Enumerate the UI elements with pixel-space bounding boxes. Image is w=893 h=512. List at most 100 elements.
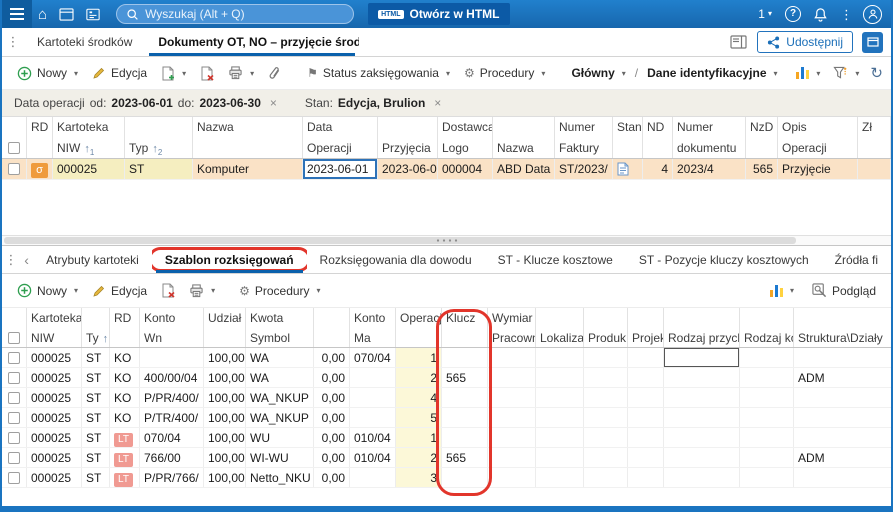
notification-count[interactable]: 1 ▾ — [758, 7, 772, 21]
column-header-rodzaj_ko[interactable]: Rodzaj ko — [740, 328, 794, 347]
cell-kwota_sym[interactable]: WU — [246, 428, 314, 447]
cell-produk[interactable] — [584, 428, 628, 447]
hamburger-menu-icon[interactable] — [2, 0, 32, 28]
cell-dost_nazwa[interactable]: ABD Data — [493, 159, 555, 179]
cell-typ[interactable]: ST — [82, 468, 110, 487]
cell-lokalizac[interactable] — [536, 368, 584, 387]
column-header-przyjecia[interactable]: Przyjęcia — [378, 138, 438, 158]
preview-button[interactable]: Podgląd — [805, 278, 883, 304]
table-row[interactable]: 000025 ST KO 400/00/04 100,00 WA 0,00 2 565 ADM — [2, 368, 891, 388]
view-settings-button[interactable]: ▾ — [831, 60, 861, 86]
cell-logo[interactable]: 000004 — [438, 159, 493, 179]
row-checkbox[interactable] — [8, 411, 20, 424]
row-checkbox[interactable] — [8, 371, 20, 384]
edit-button[interactable]: Edycja — [85, 278, 154, 304]
column-header-rd[interactable]: RD — [110, 308, 140, 328]
cell-klucz[interactable] — [442, 408, 488, 427]
column-header-konto_ma[interactable]: Ma — [350, 328, 396, 347]
column-header-nzd[interactable]: NzD — [746, 117, 778, 138]
column-header-typ[interactable] — [82, 308, 110, 328]
column-header-konto_wn[interactable]: Konto — [140, 308, 204, 328]
bell-icon[interactable] — [813, 7, 828, 22]
select-all-checkbox[interactable] — [8, 142, 20, 154]
cell-rodzaj_ko[interactable] — [740, 388, 794, 407]
row-checkbox[interactable] — [8, 391, 20, 404]
column-header-typ[interactable] — [125, 117, 193, 138]
procedures-button[interactable]: ⚙ Procedury ▾ — [232, 278, 327, 304]
column-header-udzial[interactable]: Udział — [204, 308, 246, 328]
column-header-data_op[interactable]: Operacji — [303, 138, 378, 158]
cell-rodzaj_ko[interactable] — [740, 468, 794, 487]
cell-udzial[interactable]: 100,00 — [204, 448, 246, 467]
column-header-operacja[interactable]: Operacja — [396, 308, 442, 328]
cell-kwota_sym[interactable]: WA_NKUP — [246, 388, 314, 407]
cell-rodzaj_przych[interactable] — [664, 448, 740, 467]
cell-operacja[interactable]: 1 — [396, 348, 442, 367]
select-all-checkbox[interactable] — [8, 331, 20, 344]
cell-rodzaj_przych[interactable] — [664, 428, 740, 447]
cell-kwota_sym[interactable]: WA_NKUP — [246, 408, 314, 427]
column-header-niw[interactable]: NIW — [27, 328, 82, 347]
view-selector-secondary[interactable]: Dane identyfikacyjne ▾ — [640, 60, 784, 86]
cell-niw[interactable]: 000025 — [27, 468, 82, 487]
view-selector-primary[interactable]: Główny ▾ — [564, 60, 632, 86]
column-header-produk[interactable]: Produk — [584, 328, 628, 347]
column-header-nazwa[interactable] — [193, 138, 303, 158]
cell-konto_wn[interactable]: 766/00 — [140, 448, 204, 467]
app-module-icon[interactable] — [86, 8, 100, 21]
cell-przyjecia[interactable]: 2023-06-01 — [378, 159, 438, 179]
cell-kwota_val[interactable]: 0,00 — [314, 408, 350, 427]
column-header-konto_wn[interactable]: Wn — [140, 328, 204, 347]
cell-kwota_sym[interactable]: WA — [246, 368, 314, 387]
column-header-dost_nazwa[interactable]: Nazwa — [493, 138, 555, 158]
cell-sel[interactable] — [2, 468, 27, 487]
column-header-struktura[interactable]: Struktura\Działy — [794, 328, 891, 347]
help-icon[interactable]: ? — [785, 6, 801, 22]
column-header-kwota_sym[interactable]: Kwota — [246, 308, 314, 328]
cell-konto_ma[interactable]: 070/04 — [350, 348, 396, 367]
new-button[interactable]: Nowy ▾ — [10, 60, 85, 86]
cell-konto_ma[interactable]: 010/04 — [350, 448, 396, 467]
cell-sel[interactable] — [2, 388, 27, 407]
cell-projek[interactable] — [628, 468, 664, 487]
cell-nzd[interactable]: 565 — [746, 159, 778, 179]
cell-niw[interactable]: 000025 — [27, 368, 82, 387]
column-header-kwota_val[interactable] — [314, 308, 350, 328]
cell-struktura[interactable] — [794, 388, 891, 407]
column-header-rd[interactable] — [27, 138, 53, 158]
cell-opis[interactable]: Przyjęcie — [778, 159, 858, 179]
search-input[interactable] — [145, 7, 345, 21]
column-header-logo[interactable]: Logo — [438, 138, 493, 158]
column-header-numer_dok[interactable]: dokumentu — [673, 138, 746, 158]
cell-operacja[interactable]: 3 — [396, 468, 442, 487]
cell-konto_ma[interactable] — [350, 368, 396, 387]
cell-konto_ma[interactable] — [350, 468, 396, 487]
column-header-opis[interactable]: Opis — [778, 117, 858, 138]
tab-options-icon[interactable]: ⋮ — [2, 246, 20, 273]
tab-dokumenty-ot-no-przyjęcie-środka[interactable]: Dokumenty OT, NO – przyjęcie środka — [145, 28, 359, 56]
cell-lokalizac[interactable] — [536, 388, 584, 407]
panel-toggle-icon[interactable] — [862, 31, 883, 53]
cell-typ[interactable]: ST — [82, 408, 110, 427]
column-header-struktura[interactable] — [794, 308, 891, 328]
cell-sel[interactable] — [2, 428, 27, 447]
column-header-logo[interactable]: Dostawca — [438, 117, 493, 138]
row-checkbox[interactable] — [8, 163, 20, 175]
cell-lokalizac[interactable] — [536, 428, 584, 447]
cell-rodzaj_ko[interactable] — [740, 448, 794, 467]
column-header-lokalizac[interactable] — [536, 308, 584, 328]
chart-view-button[interactable]: ▾ — [794, 60, 822, 86]
cell-konto_ma[interactable]: 010/04 — [350, 428, 396, 447]
cell-kwota_val[interactable]: 0,00 — [314, 388, 350, 407]
cell-projek[interactable] — [628, 368, 664, 387]
tab-kartoteki-środków[interactable]: Kartoteki środków — [24, 28, 145, 56]
cell-niw[interactable]: 000025 — [53, 159, 125, 179]
cell-kwota_sym[interactable]: WI-WU — [246, 448, 314, 467]
column-header-pracowni[interactable]: Wymiar — [488, 308, 536, 328]
cell-lokalizac[interactable] — [536, 348, 584, 367]
cell-pracowni[interactable] — [488, 348, 536, 367]
column-header-stan[interactable] — [613, 138, 643, 158]
cell-nd[interactable]: 4 — [643, 159, 673, 179]
cell-typ[interactable]: ST — [82, 388, 110, 407]
posting-status-button[interactable]: ⚑ Status zaksięgowania ▾ — [300, 60, 457, 86]
